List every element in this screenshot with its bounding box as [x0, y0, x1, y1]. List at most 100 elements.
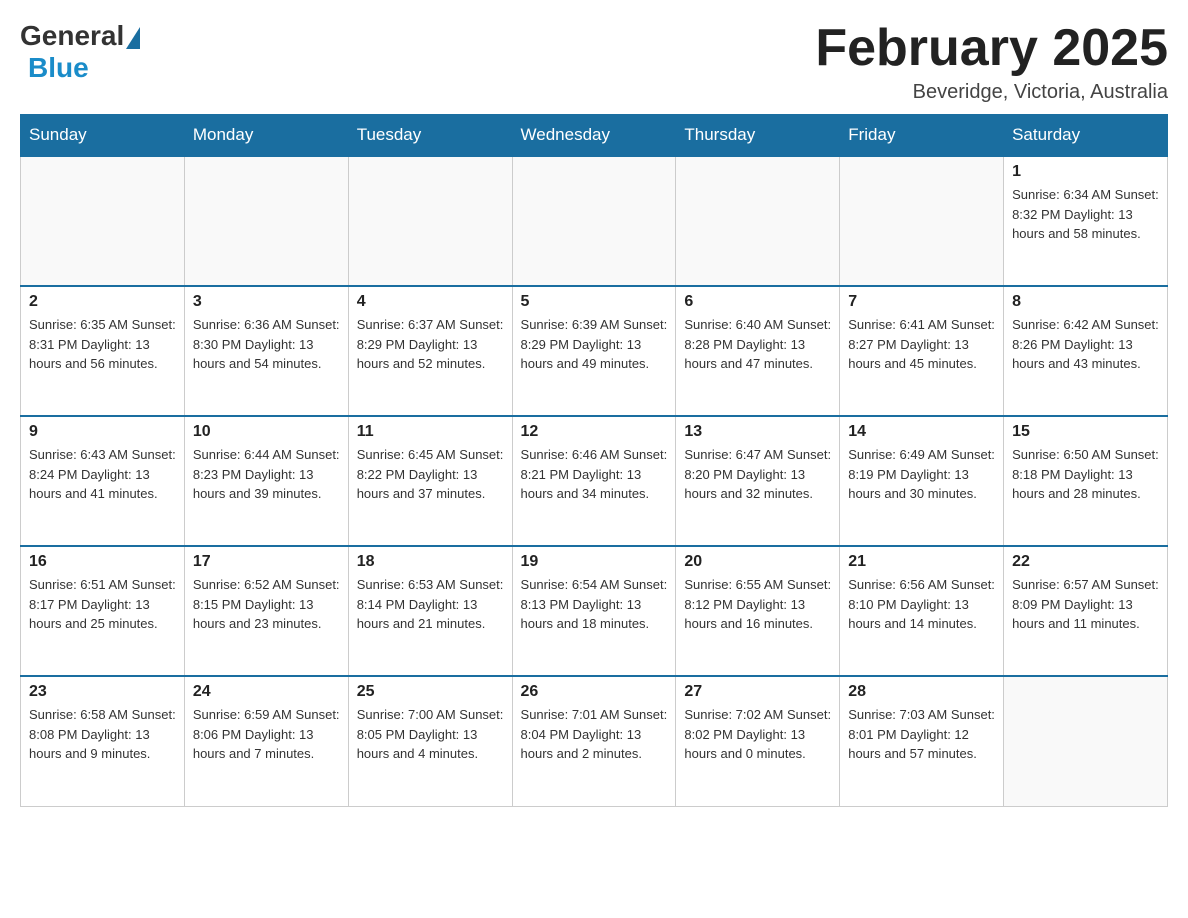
day-info: Sunrise: 6:41 AM Sunset: 8:27 PM Dayligh…: [848, 315, 995, 374]
day-number: 10: [193, 423, 340, 441]
calendar-cell: [184, 156, 348, 286]
calendar-cell: [840, 156, 1004, 286]
calendar-cell: 8 Sunrise: 6:42 AM Sunset: 8:26 PM Daylig…: [1004, 286, 1168, 416]
calendar-cell: [1004, 676, 1168, 806]
calendar-cell: 28 Sunrise: 7:03 AM Sunset: 8:01 PM Dayli…: [840, 676, 1004, 806]
day-info: Sunrise: 6:45 AM Sunset: 8:22 PM Dayligh…: [357, 445, 504, 504]
day-info: Sunrise: 6:51 AM Sunset: 8:17 PM Dayligh…: [29, 575, 176, 634]
day-number: 12: [521, 423, 668, 441]
calendar-cell: 20 Sunrise: 6:55 AM Sunset: 8:12 PM Dayli…: [676, 546, 840, 676]
calendar-cell: 12 Sunrise: 6:46 AM Sunset: 8:21 PM Dayli…: [512, 416, 676, 546]
calendar-cell: 9 Sunrise: 6:43 AM Sunset: 8:24 PM Daylig…: [21, 416, 185, 546]
logo-general: General: [20, 20, 124, 52]
calendar-cell: 13Sunrise: 6:47 AM Sunset: 8:20 PM Dayli…: [676, 416, 840, 546]
title-section: February 2025 Beveridge, Victoria, Austr…: [815, 20, 1168, 104]
day-number: 8: [1012, 293, 1159, 311]
calendar-cell: 10 Sunrise: 6:44 AM Sunset: 8:23 PM Dayli…: [184, 416, 348, 546]
day-info: Sunrise: 6:35 AM Sunset: 8:31 PM Dayligh…: [29, 315, 176, 374]
calendar-cell: 23 Sunrise: 6:58 AM Sunset: 8:08 PM Dayli…: [21, 676, 185, 806]
calendar-cell: 6 Sunrise: 6:40 AM Sunset: 8:28 PM Daylig…: [676, 286, 840, 416]
day-number: 17: [193, 553, 340, 571]
month-title: February 2025: [815, 20, 1168, 77]
page-header: General Blue February 2025 Beveridge, Vi…: [20, 20, 1168, 104]
day-info: Sunrise: 7:02 AM Sunset: 8:02 PM Dayligh…: [684, 705, 831, 764]
day-number: 20: [684, 553, 831, 571]
day-info: Sunrise: 6:44 AM Sunset: 8:23 PM Dayligh…: [193, 445, 340, 504]
calendar-cell: 5Sunrise: 6:39 AM Sunset: 8:29 PM Daylig…: [512, 286, 676, 416]
day-number: 23: [29, 683, 176, 701]
calendar-week-row: 23 Sunrise: 6:58 AM Sunset: 8:08 PM Dayli…: [21, 676, 1168, 806]
day-info: Sunrise: 7:01 AM Sunset: 8:04 PM Dayligh…: [521, 705, 668, 764]
calendar-week-row: 1Sunrise: 6:34 AM Sunset: 8:32 PM Daylig…: [21, 156, 1168, 286]
day-number: 22: [1012, 553, 1159, 571]
day-number: 21: [848, 553, 995, 571]
calendar-cell: 17Sunrise: 6:52 AM Sunset: 8:15 PM Dayli…: [184, 546, 348, 676]
day-info: Sunrise: 6:43 AM Sunset: 8:24 PM Dayligh…: [29, 445, 176, 504]
day-info: Sunrise: 6:42 AM Sunset: 8:26 PM Dayligh…: [1012, 315, 1159, 374]
day-number: 19: [521, 553, 668, 571]
calendar-cell: 3 Sunrise: 6:36 AM Sunset: 8:30 PM Daylig…: [184, 286, 348, 416]
day-info: Sunrise: 6:57 AM Sunset: 8:09 PM Dayligh…: [1012, 575, 1159, 634]
day-number: 9: [29, 423, 176, 441]
calendar-day-header: Friday: [840, 115, 1004, 157]
day-info: Sunrise: 6:49 AM Sunset: 8:19 PM Dayligh…: [848, 445, 995, 504]
calendar-cell: 21 Sunrise: 6:56 AM Sunset: 8:10 PM Dayli…: [840, 546, 1004, 676]
calendar-cell: 25Sunrise: 7:00 AM Sunset: 8:05 PM Dayli…: [348, 676, 512, 806]
day-number: 6: [684, 293, 831, 311]
logo: General Blue: [20, 20, 140, 84]
calendar-cell: 27 Sunrise: 7:02 AM Sunset: 8:02 PM Dayli…: [676, 676, 840, 806]
day-number: 2: [29, 293, 176, 311]
day-number: 4: [357, 293, 504, 311]
day-info: Sunrise: 6:55 AM Sunset: 8:12 PM Dayligh…: [684, 575, 831, 634]
day-number: 18: [357, 553, 504, 571]
location: Beveridge, Victoria, Australia: [815, 81, 1168, 104]
calendar-week-row: 9 Sunrise: 6:43 AM Sunset: 8:24 PM Daylig…: [21, 416, 1168, 546]
day-info: Sunrise: 6:46 AM Sunset: 8:21 PM Dayligh…: [521, 445, 668, 504]
day-info: Sunrise: 6:54 AM Sunset: 8:13 PM Dayligh…: [521, 575, 668, 634]
day-number: 7: [848, 293, 995, 311]
calendar-week-row: 2 Sunrise: 6:35 AM Sunset: 8:31 PM Daylig…: [21, 286, 1168, 416]
day-info: Sunrise: 6:53 AM Sunset: 8:14 PM Dayligh…: [357, 575, 504, 634]
day-info: Sunrise: 6:36 AM Sunset: 8:30 PM Dayligh…: [193, 315, 340, 374]
logo-blue: Blue: [28, 52, 89, 84]
calendar-cell: 19 Sunrise: 6:54 AM Sunset: 8:13 PM Dayli…: [512, 546, 676, 676]
day-info: Sunrise: 6:47 AM Sunset: 8:20 PM Dayligh…: [684, 445, 831, 504]
calendar-cell: 14 Sunrise: 6:49 AM Sunset: 8:19 PM Dayli…: [840, 416, 1004, 546]
day-number: 1: [1012, 163, 1159, 181]
day-number: 28: [848, 683, 995, 701]
calendar: SundayMondayTuesdayWednesdayThursdayFrid…: [20, 114, 1168, 807]
calendar-cell: [21, 156, 185, 286]
calendar-cell: 2 Sunrise: 6:35 AM Sunset: 8:31 PM Daylig…: [21, 286, 185, 416]
day-number: 5: [521, 293, 668, 311]
calendar-day-header: Sunday: [21, 115, 185, 157]
calendar-day-header: Wednesday: [512, 115, 676, 157]
calendar-cell: 7 Sunrise: 6:41 AM Sunset: 8:27 PM Daylig…: [840, 286, 1004, 416]
day-info: Sunrise: 6:59 AM Sunset: 8:06 PM Dayligh…: [193, 705, 340, 764]
day-number: 16: [29, 553, 176, 571]
day-number: 15: [1012, 423, 1159, 441]
calendar-cell: [348, 156, 512, 286]
calendar-cell: 4 Sunrise: 6:37 AM Sunset: 8:29 PM Daylig…: [348, 286, 512, 416]
calendar-cell: 1Sunrise: 6:34 AM Sunset: 8:32 PM Daylig…: [1004, 156, 1168, 286]
calendar-day-header: Tuesday: [348, 115, 512, 157]
calendar-cell: 24 Sunrise: 6:59 AM Sunset: 8:06 PM Dayli…: [184, 676, 348, 806]
day-number: 27: [684, 683, 831, 701]
calendar-cell: 22 Sunrise: 6:57 AM Sunset: 8:09 PM Dayli…: [1004, 546, 1168, 676]
calendar-week-row: 16 Sunrise: 6:51 AM Sunset: 8:17 PM Dayli…: [21, 546, 1168, 676]
calendar-day-header: Saturday: [1004, 115, 1168, 157]
day-info: Sunrise: 7:03 AM Sunset: 8:01 PM Dayligh…: [848, 705, 995, 764]
day-number: 3: [193, 293, 340, 311]
day-info: Sunrise: 6:37 AM Sunset: 8:29 PM Dayligh…: [357, 315, 504, 374]
day-number: 14: [848, 423, 995, 441]
day-info: Sunrise: 6:40 AM Sunset: 8:28 PM Dayligh…: [684, 315, 831, 374]
logo-triangle-icon: [126, 27, 140, 49]
day-number: 25: [357, 683, 504, 701]
day-info: Sunrise: 6:56 AM Sunset: 8:10 PM Dayligh…: [848, 575, 995, 634]
calendar-cell: 15Sunrise: 6:50 AM Sunset: 8:18 PM Dayli…: [1004, 416, 1168, 546]
day-info: Sunrise: 6:58 AM Sunset: 8:08 PM Dayligh…: [29, 705, 176, 764]
calendar-cell: 26Sunrise: 7:01 AM Sunset: 8:04 PM Dayli…: [512, 676, 676, 806]
calendar-cell: 18 Sunrise: 6:53 AM Sunset: 8:14 PM Dayli…: [348, 546, 512, 676]
day-number: 24: [193, 683, 340, 701]
day-number: 11: [357, 423, 504, 441]
calendar-cell: 16 Sunrise: 6:51 AM Sunset: 8:17 PM Dayli…: [21, 546, 185, 676]
